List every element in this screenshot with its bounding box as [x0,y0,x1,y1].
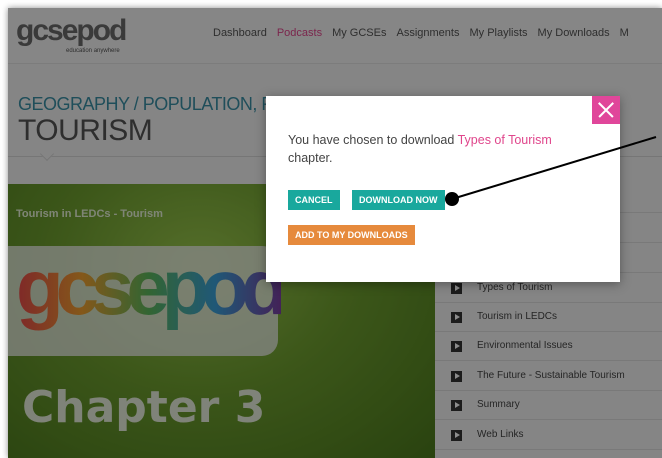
annotation-dot [445,192,459,206]
annotation-line [451,136,657,200]
annotation-arrow [451,136,657,200]
